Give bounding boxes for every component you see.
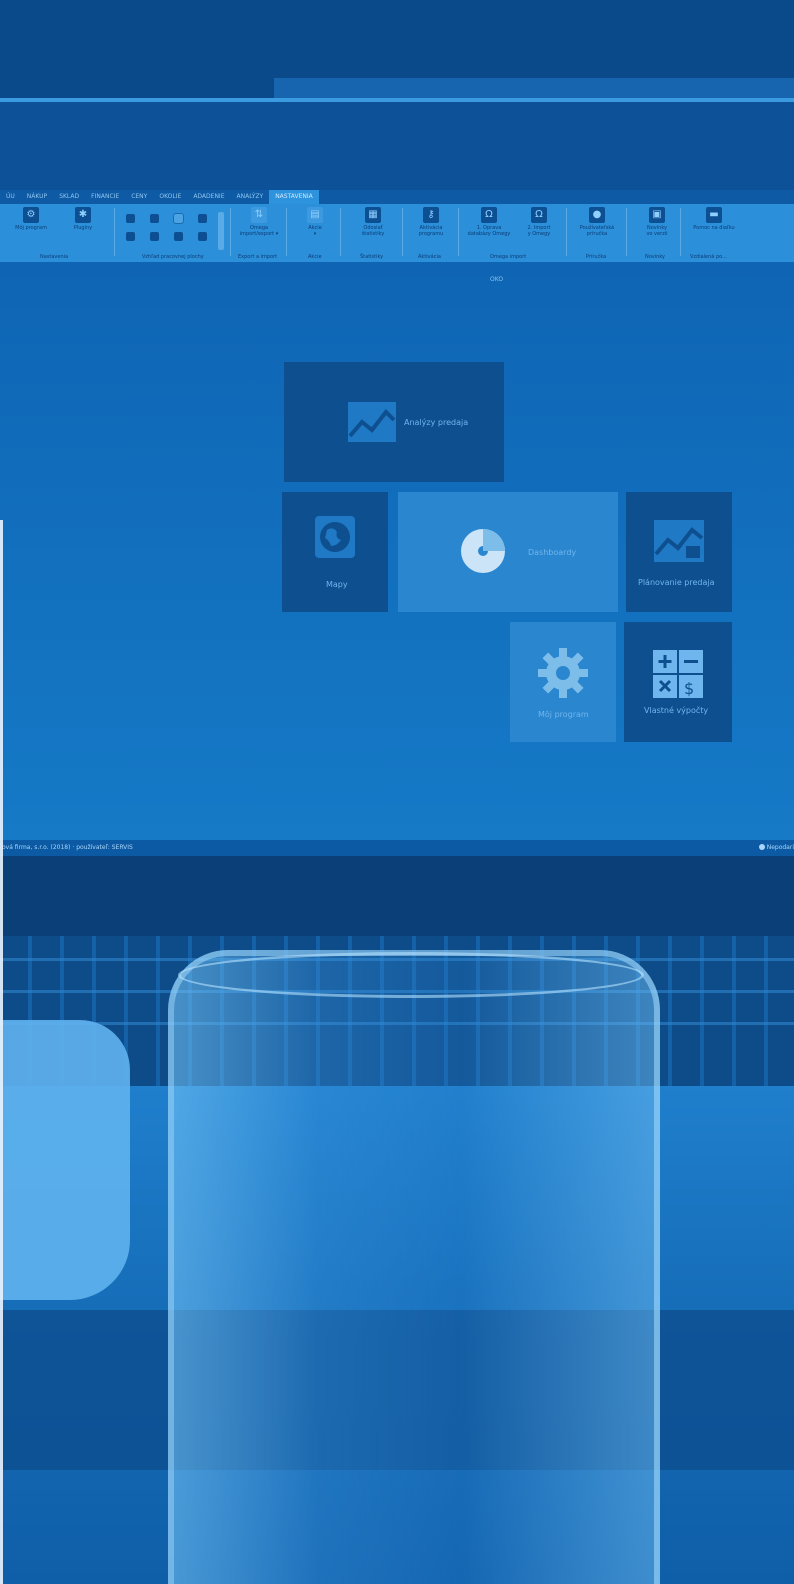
send-statistics-button[interactable]: ▦ Odoslať štatistiky [346, 207, 400, 237]
status-connection: Nepodari [758, 844, 794, 851]
group-label-nastavenia: Nastavenia [40, 254, 69, 260]
puzzle-icon: ✱ [75, 207, 91, 223]
group-label-omega-import: Omega import [490, 254, 527, 260]
tile-label: Mapy [326, 580, 348, 589]
calculator-icon: $ [653, 650, 703, 698]
layout-option-5[interactable] [126, 232, 135, 241]
tile-label: Môj program [538, 710, 589, 719]
chart-calendar-icon [654, 520, 704, 562]
remote-help-button[interactable]: ▬ Pomoc na diaľku [684, 207, 744, 231]
svg-text:$: $ [684, 679, 694, 698]
tab-financie[interactable]: FINANCIE [85, 190, 125, 204]
tile-my-program[interactable]: Môj program [510, 622, 616, 742]
tab-analyzy[interactable]: ANALÝZY [231, 190, 270, 204]
ribbon-separator [340, 208, 341, 256]
layout-option-3[interactable] [173, 213, 184, 224]
key-icon: ⚷ [423, 207, 439, 223]
tile-maps[interactable]: Mapy [282, 492, 388, 612]
water-glass-photo [168, 950, 660, 1584]
remote-icon: ▬ [706, 207, 722, 223]
omega-icon: Ω [481, 207, 497, 223]
tab-sklad[interactable]: SKLAD [53, 190, 85, 204]
status-bar: ová firma, s.r.o. (2018) · používateľ: S… [0, 840, 794, 856]
ribbon-separator [286, 208, 287, 256]
tile-dashboards[interactable]: Dashboardy [398, 492, 618, 612]
ribbon-separator [626, 208, 627, 256]
group-label-statistiky: Štatistiky [360, 254, 384, 260]
group-label-vzhlad: Vzhľad pracovnej plochy [142, 254, 204, 260]
bulb-icon: ● [589, 207, 605, 223]
news-button[interactable]: ▣ Novinky vo verzii [630, 207, 684, 237]
layout-option-4[interactable] [198, 214, 207, 223]
chart-icon [348, 402, 396, 442]
gear-icon: ⚙ [23, 207, 39, 223]
ribbon-separator [114, 208, 115, 256]
tab-ceny[interactable]: CENY [125, 190, 153, 204]
glass-rim [178, 952, 644, 998]
tile-label: Vlastné výpočty [644, 706, 709, 715]
left-edge-highlight [0, 520, 3, 1584]
layout-option-1[interactable] [126, 214, 135, 223]
tile-label: Plánovanie predaja [638, 578, 715, 587]
group-label-vzdialena: Vzdialená po... [690, 254, 727, 260]
tile-label: Analýzy predaja [404, 418, 469, 427]
user-guide-button[interactable]: ● Používateľská príručka [570, 207, 624, 237]
screenshot-stage: OKO ÚU NÁKUP SKLAD FINANCIE CENY OKOLIE … [0, 0, 794, 1584]
tab-nakup[interactable]: NÁKUP [21, 190, 53, 204]
gear-icon [538, 648, 588, 698]
news-icon: ▣ [649, 207, 665, 223]
tile-custom-calculations[interactable]: $ Vlastné výpočty [624, 622, 732, 742]
statistics-icon: ▦ [365, 207, 381, 223]
layout-option-2[interactable] [150, 214, 159, 223]
hand-photo [0, 1020, 130, 1300]
monitor-bottom-bezel [0, 856, 794, 936]
gallery-scroll[interactable] [218, 212, 224, 250]
disc-icon [461, 529, 505, 573]
tab-okolie[interactable]: OKOLIE [153, 190, 187, 204]
layout-option-8[interactable] [198, 232, 207, 241]
app-title: OKO [490, 276, 504, 283]
tile-sales-planning[interactable]: Plánovanie predaja [626, 492, 732, 612]
tab-nastavenia[interactable]: NASTAVENIA [269, 190, 319, 204]
transfer-icon: ⇅ [251, 207, 267, 223]
actions-button[interactable]: ▤ Akcie ▾ [288, 207, 342, 237]
group-label-aktivacia: Aktivácia [418, 254, 441, 260]
ribbon-separator [680, 208, 681, 256]
monitor-top-bezel [0, 0, 794, 100]
omega-icon: Ω [531, 207, 547, 223]
tile-sales-analysis[interactable]: Analýzy predaja [284, 362, 504, 482]
globe-icon [315, 516, 355, 558]
my-program-button[interactable]: ⚙ Môj program [4, 207, 58, 231]
activation-button[interactable]: ⚷ Aktivácia programu [404, 207, 458, 237]
plugins-button[interactable]: ✱ Pluginy [56, 207, 110, 231]
layout-option-6[interactable] [150, 232, 159, 241]
ribbon: ⚙ Môj program ✱ Pluginy Nastavenia Vzhľa… [0, 204, 794, 262]
actions-icon: ▤ [307, 207, 323, 223]
layout-option-7[interactable] [174, 232, 183, 241]
group-label-novinky: Novinky [645, 254, 665, 260]
ribbon-separator [402, 208, 403, 256]
omega-import-export-button[interactable]: ⇅ Omega import/export ▾ [232, 207, 286, 237]
status-icon [758, 844, 765, 850]
status-company: ová firma, s.r.o. (2018) · používateľ: S… [2, 844, 133, 851]
title-bar: OKO [0, 102, 794, 283]
tab-uu[interactable]: ÚU [0, 190, 21, 204]
tab-adadenie[interactable]: ADADENIE [187, 190, 230, 204]
ribbon-separator [458, 208, 459, 256]
ribbon-separator [566, 208, 567, 256]
menu-tabs: ÚU NÁKUP SKLAD FINANCIE CENY OKOLIE ADAD… [0, 190, 794, 204]
tile-label: Dashboardy [528, 548, 577, 557]
ribbon-separator [230, 208, 231, 256]
group-label-export: Export a import [238, 254, 278, 260]
omega-repair-button[interactable]: Ω 1. Oprava databázy Omegy [462, 207, 516, 237]
group-label-akcie: Akcie [308, 254, 322, 260]
omega-import-button[interactable]: Ω 2. Import y Omegy [512, 207, 566, 237]
group-label-prirucka: Príručka [586, 254, 607, 260]
